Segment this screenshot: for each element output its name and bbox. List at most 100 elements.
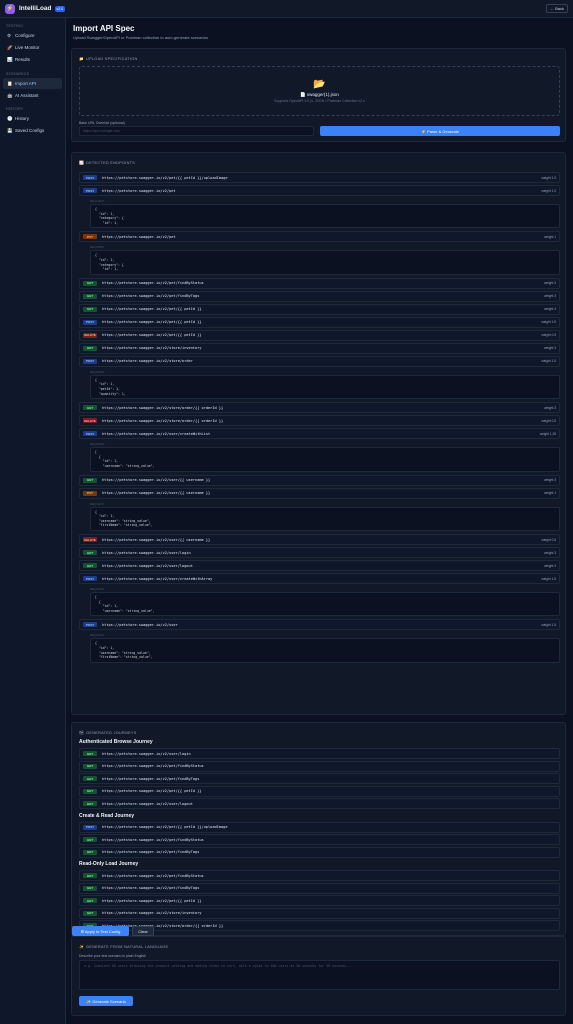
method-badge: GET (83, 563, 97, 568)
endpoint-path: https://petstore.swagger.io/v2/user/{{ u… (102, 537, 211, 542)
sidebar-item-saved-configs[interactable]: 💾 Saved Configs (3, 125, 62, 136)
journey-step: POST https://petstore.swagger.io/v2/pet/{… (79, 821, 560, 833)
generate-scenario-button[interactable]: ✨ Generate Scenario (79, 996, 133, 1006)
journey-step-path: https://petstore.swagger.io/v2/pet/findB… (102, 837, 204, 842)
endpoint-path: https://petstore.swagger.io/v2/user/logo… (102, 563, 193, 568)
endpoint-row[interactable]: GET https://petstore.swagger.io/v2/user/{… (79, 474, 560, 486)
endpoint-row[interactable]: POST https://petstore.swagger.io/v2/pet we… (79, 185, 560, 196)
nav-section-title: History (6, 107, 24, 111)
endpoint-row[interactable]: GET https://petstore.swagger.io/v2/pet/fi… (79, 290, 560, 302)
endpoint-row[interactable]: GET https://petstore.swagger.io/v2/user/l… (79, 547, 560, 558)
sidebar-item-configure[interactable]: ⚙ Configure (3, 30, 62, 41)
method-badge: GET (83, 405, 97, 411)
request-body-preview: { "id": 1, "category": { "id": 1, (90, 250, 560, 275)
endpoint-row[interactable]: POST https://petstore.swagger.io/v2/store… (79, 355, 560, 367)
endpoint-weight: weight 3 (544, 346, 556, 351)
endpoint-row[interactable]: PUT https://petstore.swagger.io/v2/pet wei… (79, 231, 560, 243)
app-name: IntelliLoad (19, 5, 52, 12)
natural-language-card: ✨ GENERATE FROM NATURAL LANGUAGE Describe… (71, 936, 566, 1016)
sidebar-item-history[interactable]: 🕐 History (3, 113, 62, 124)
parse-generate-button[interactable]: ⚡ Parse & Generate (320, 126, 560, 136)
journeys-card: 🗺 GENERATED JOURNEYS Authenticated Browse… (71, 722, 566, 936)
method-badge: GET (83, 763, 97, 769)
clear-button[interactable]: Clear (132, 926, 154, 936)
nl-section-header: ✨ GENERATE FROM NATURAL LANGUAGE (79, 944, 169, 950)
endpoint-row[interactable]: GET https://petstore.swagger.io/v2/store/… (79, 342, 560, 354)
endpoint-path: https://petstore.swagger.io/v2/pet/{{ pe… (102, 320, 202, 325)
endpoint-path: https://petstore.swagger.io/v2/pet/{{ pe… (102, 175, 228, 180)
endpoint-weight: weight 3 (544, 281, 556, 286)
endpoint-row[interactable]: POST https://petstore.swagger.io/v2/pet/{… (79, 316, 560, 328)
endpoint-row[interactable]: POST https://petstore.swagger.io/v2/pet/{… (79, 172, 560, 183)
back-button[interactable]: ← Back (545, 4, 568, 13)
endpoint-row[interactable]: GET https://petstore.swagger.io/v2/pet/fi… (79, 277, 560, 289)
journey-step: GET https://petstore.swagger.io/v2/pet/fi… (79, 882, 560, 894)
endpoint-weight: weight 3 (544, 294, 556, 299)
main-content: Import API Spec Upload Swagger/OpenAPI o… (66, 18, 573, 1024)
endpoint-row[interactable]: DELETE https://petstore.swagger.io/v2/sto… (79, 415, 560, 427)
journey-step: GET https://petstore.swagger.io/v2/pet/fi… (79, 773, 560, 784)
endpoint-weight: weight 1.5 (541, 175, 556, 180)
method-badge: PUT (83, 490, 97, 496)
journey-step: GET https://petstore.swagger.io/v2/store/… (79, 907, 560, 919)
endpoint-weight: weight 1.5 (541, 622, 556, 627)
journey-step: GET https://petstore.swagger.io/v2/pet/fi… (79, 760, 560, 772)
journey-step-path: https://petstore.swagger.io/v2/pet/findB… (102, 776, 200, 781)
sidebar-item-label: Import API (15, 81, 37, 86)
method-badge: GET (83, 477, 97, 483)
sidebar-item-import-api[interactable]: 📋 Import API (3, 78, 62, 89)
nav-icon: 🚀 (7, 44, 13, 50)
method-badge: GET (83, 293, 97, 299)
sidebar-item-label: Live Monitor (15, 45, 40, 50)
file-drop-zone[interactable]: 📂 📄 swagger(1).json Supports OpenAPI 3.0… (79, 66, 560, 116)
request-body-label: REQUEST (90, 587, 105, 591)
endpoint-row[interactable]: POST https://petstore.swagger.io/v2/user/… (79, 573, 560, 584)
endpoint-row[interactable]: PUT https://petstore.swagger.io/v2/user/{… (79, 487, 560, 499)
base-url-input[interactable]: https://api.example.com (79, 126, 314, 136)
journey-step-path: https://petstore.swagger.io/v2/user/logi… (102, 751, 191, 756)
endpoint-row[interactable]: DELETE https://petstore.swagger.io/v2/pet… (79, 329, 560, 341)
journey-step: GET https://petstore.swagger.io/v2/pet/{{… (79, 785, 560, 797)
journey-step: GET https://petstore.swagger.io/v2/pet/{{… (79, 895, 560, 906)
nav-icon: 🤖 (7, 92, 13, 98)
sidebar-item-ai-assistant[interactable]: 🤖 AI Assistant (3, 90, 62, 101)
method-badge: GET (83, 873, 97, 878)
endpoint-row[interactable]: GET https://petstore.swagger.io/v2/pet/{{… (79, 303, 560, 315)
chart-icon: 📈 (79, 161, 85, 165)
endpoint-row[interactable]: GET https://petstore.swagger.io/v2/store/… (79, 402, 560, 414)
nav-section-title: Testing (6, 24, 24, 28)
endpoint-row[interactable]: GET https://petstore.swagger.io/v2/user/l… (79, 560, 560, 571)
endpoint-path: https://petstore.swagger.io/v2/pet/{{ pe… (102, 333, 202, 338)
endpoint-path: https://petstore.swagger.io/v2/pet (102, 234, 176, 239)
request-body-label: REQUEST (90, 633, 105, 638)
apply-to-config-button[interactable]: ⊞ Apply to Test Config (72, 926, 129, 936)
endpoint-weight: weight 1.5 (541, 320, 556, 325)
page-subtitle: Upload Swagger/OpenAPI or Postman collec… (73, 35, 208, 40)
sidebar-item-live-monitor[interactable]: 🚀 Live Monitor (3, 42, 62, 53)
method-badge: POST (83, 358, 97, 364)
endpoint-weight: weight 0.5 (541, 333, 556, 338)
request-body-preview: [ { "id": 1, "username": "string_value", (90, 592, 560, 617)
endpoint-row[interactable]: POST https://petstore.swagger.io/v2/user/… (79, 428, 560, 440)
journey-step: GET https://petstore.swagger.io/v2/pet/fi… (79, 846, 560, 858)
nav-icon: 📊 (7, 56, 13, 62)
nl-label: Describe your test scenario in plain Eng… (79, 954, 146, 958)
method-badge: DELETE (83, 537, 97, 542)
method-badge: GET (83, 788, 97, 794)
journey-step-path: https://petstore.swagger.io/v2/pet/{{ pe… (102, 825, 228, 829)
endpoint-row[interactable]: POST https://petstore.swagger.io/v2/user w… (79, 619, 560, 631)
method-badge: POST (83, 824, 97, 830)
endpoint-path: https://petstore.swagger.io/v2/user/logi… (102, 550, 191, 555)
endpoint-row[interactable]: DELETE https://petstore.swagger.io/v2/use… (79, 534, 560, 545)
endpoint-path: https://petstore.swagger.io/v2/pet/{{ pe… (102, 307, 202, 312)
scenario-description-input[interactable]: e.g. Simulate 80 users browsing the prod… (79, 960, 560, 990)
sidebar-item-label: Results (15, 57, 31, 62)
method-badge: GET (83, 910, 97, 916)
method-badge: GET (83, 751, 97, 756)
journey-step: GET https://petstore.swagger.io/v2/user/l… (79, 798, 560, 809)
endpoint-weight: weight 3 (544, 307, 556, 312)
endpoint-weight: weight 3 (544, 405, 556, 410)
method-badge: POST (83, 622, 97, 628)
journey-step-path: https://petstore.swagger.io/v2/store/inv… (102, 911, 202, 915)
sidebar-item-results[interactable]: 📊 Results (3, 54, 62, 65)
